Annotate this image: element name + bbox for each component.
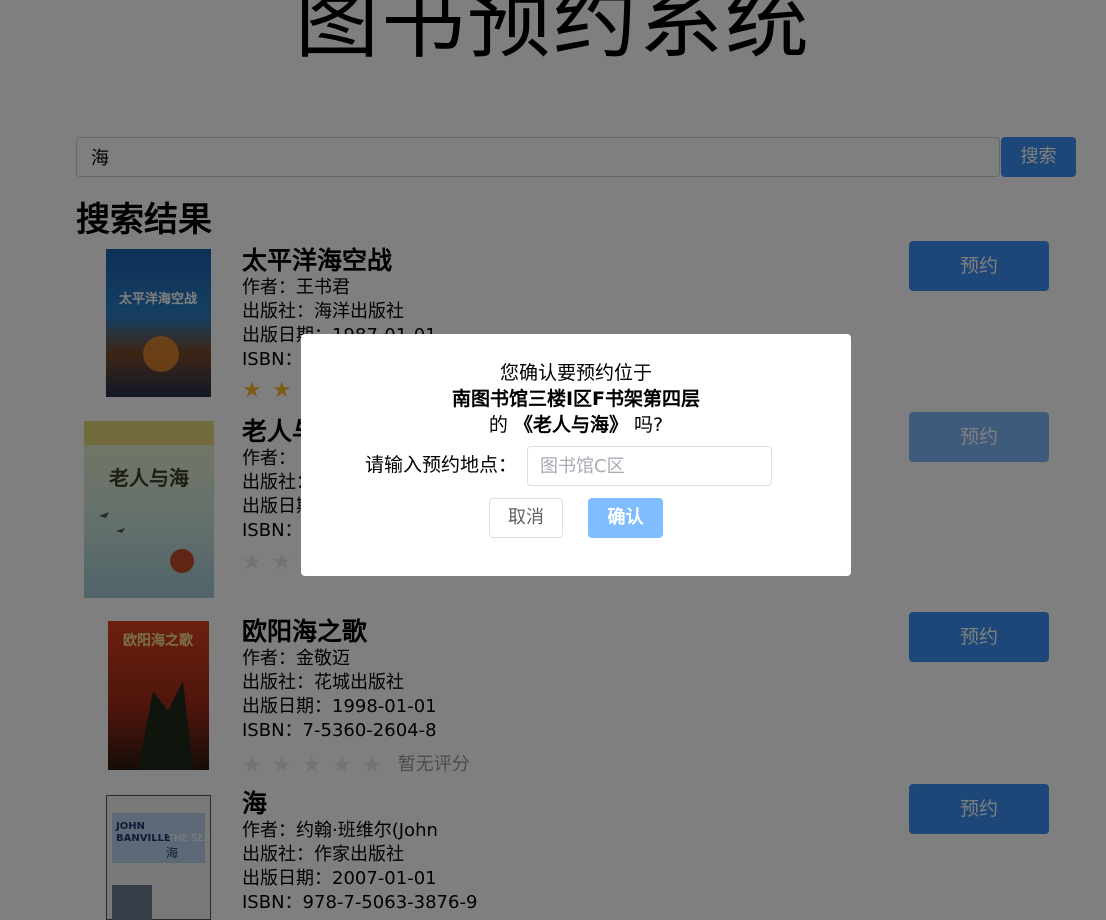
page: 图书预约系统 搜索 搜索结果 太平洋海空战 太平洋海空战 作者：王书君 出版社：… bbox=[0, 0, 1106, 920]
dialog-message: 您确认要预约位于 bbox=[499, 362, 652, 384]
dialog-prefix: 的 bbox=[488, 414, 508, 436]
confirm-button[interactable]: 确认 bbox=[588, 498, 663, 538]
location-input-label: 请输入预约地点： bbox=[365, 454, 518, 476]
dialog-book-title: 《老人与海》 bbox=[513, 414, 628, 436]
cancel-button[interactable]: 取消 bbox=[489, 498, 563, 538]
dialog-suffix: 吗? bbox=[634, 414, 664, 436]
dialog-book-line: 的 《老人与海》 吗? bbox=[301, 412, 851, 438]
location-input[interactable] bbox=[527, 446, 772, 486]
reservation-confirm-dialog: 您确认要预约位于 南图书馆三楼I区F书架第四层 的 《老人与海》 吗? 请输入预… bbox=[301, 334, 851, 576]
dialog-location: 南图书馆三楼I区F书架第四层 bbox=[451, 388, 701, 410]
